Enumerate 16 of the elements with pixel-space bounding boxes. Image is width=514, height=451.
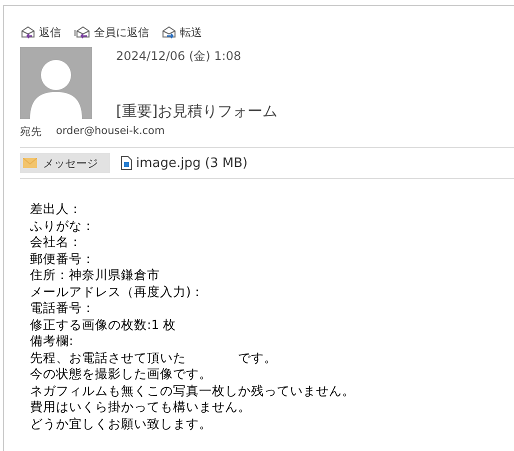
image-file-icon	[121, 156, 132, 170]
to-label: 宛先	[20, 125, 42, 139]
reply-all-icon	[73, 25, 91, 39]
message-body: 差出人： ふりがな： 会社名： 郵便番号： 住所：神奈川県鎌倉市 メールアドレス（再度入力)： 電話番号： 修正する画像の枚数:1 枚 備考欄: 先程、お電話させて頂いた です。 今の状態を撮影した画像です。 ネガフィルムも無くこの写真一枚しか残っていません。 費用はいくら掛かっても構いません。 どうか宜しくお願い致します。	[30, 201, 356, 432]
message-tab[interactable]: メッセージ	[20, 153, 110, 173]
reply-icon	[20, 25, 36, 39]
envelope-icon	[23, 158, 37, 168]
forward-button[interactable]: 転送	[161, 24, 202, 40]
reply-all-button[interactable]: 全員に返信	[73, 24, 149, 40]
recipient-address: order@housei-k.com	[56, 125, 165, 139]
avatar-icon	[20, 47, 92, 119]
subject-text: [重要]お見積りフォーム	[116, 102, 278, 121]
date-text: 2024/12/06 (金) 1:08	[116, 48, 242, 65]
attachment-tab[interactable]: image.jpg (3 MB)	[118, 153, 254, 173]
reply-button[interactable]: 返信	[20, 24, 61, 40]
forward-icon	[161, 25, 177, 39]
